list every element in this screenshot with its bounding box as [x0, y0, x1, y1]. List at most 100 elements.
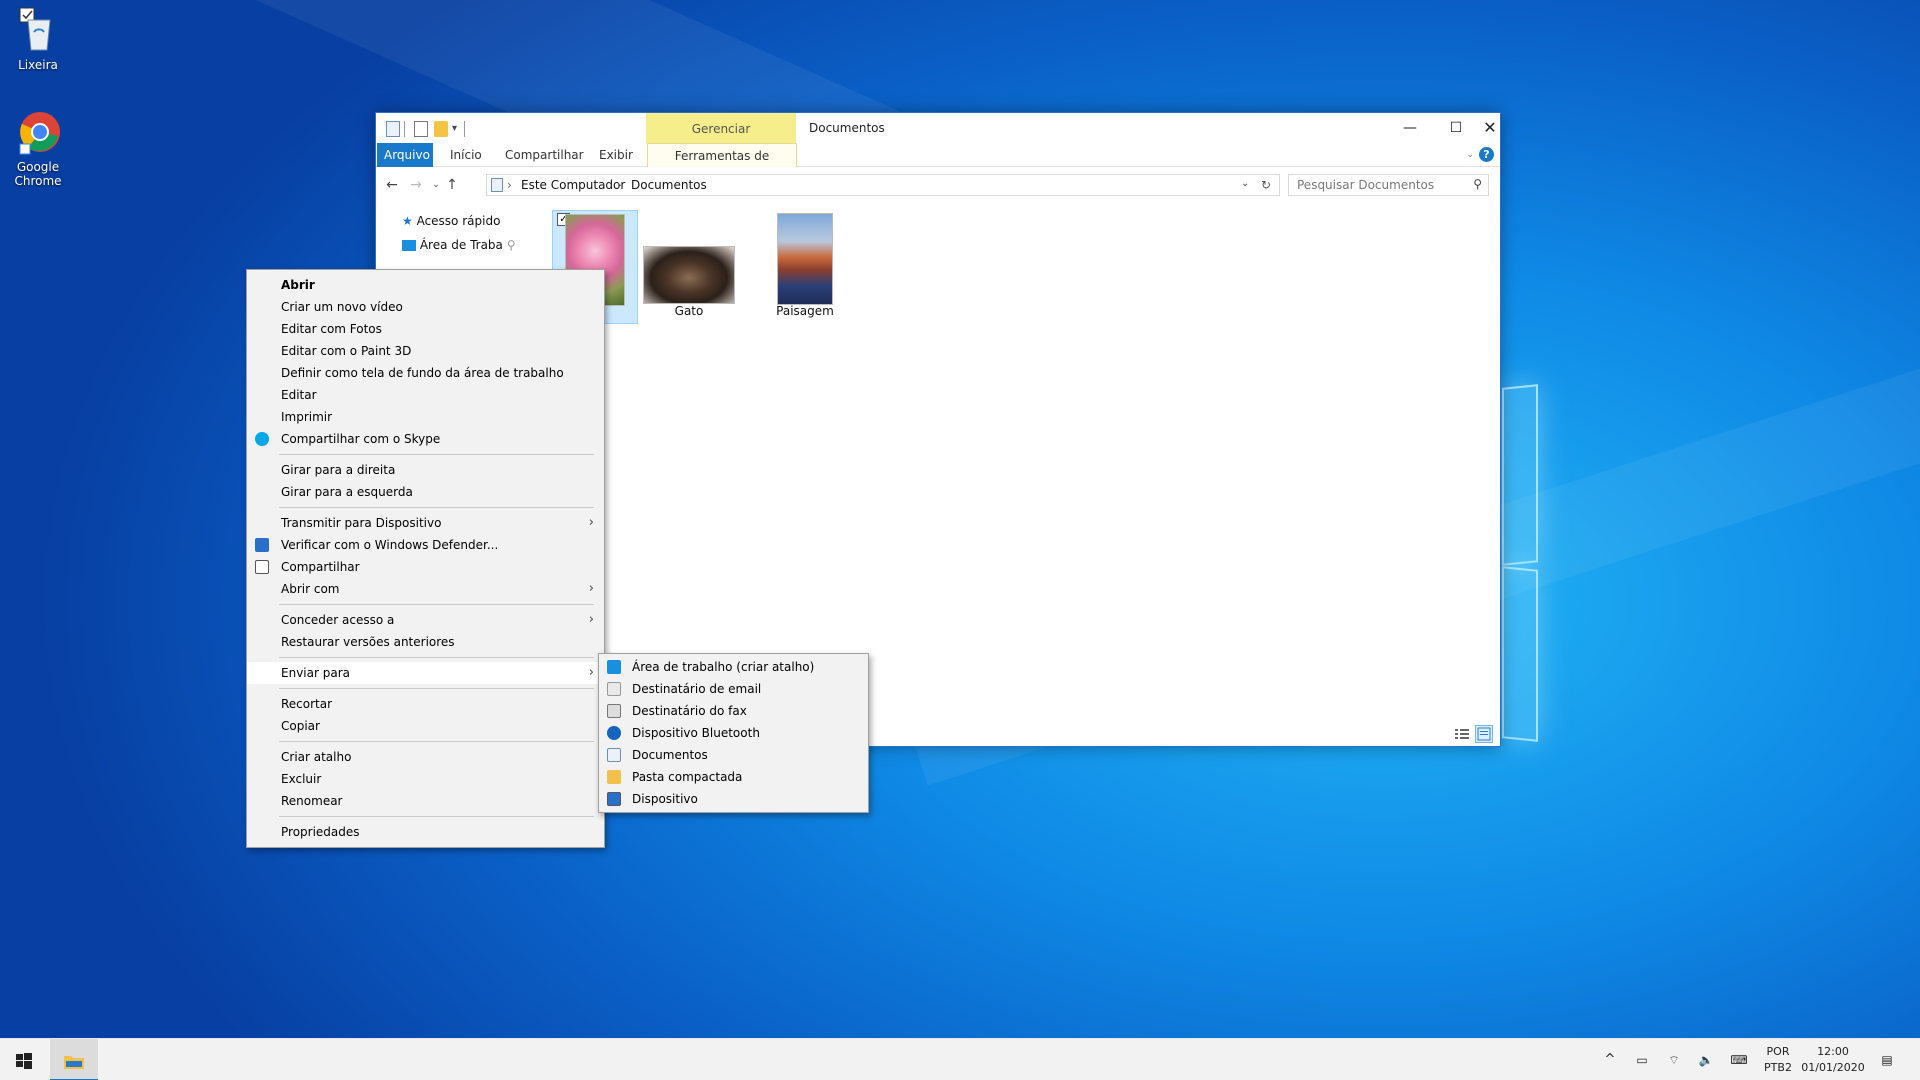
send-to-item-dispositivo-bluetooth[interactable]: Dispositivo Bluetooth — [599, 722, 868, 744]
tab-compartilhar[interactable]: Compartilhar — [498, 143, 591, 167]
desktop-icon — [402, 240, 416, 251]
send-to-item-dispositivo[interactable]: Dispositivo — [599, 788, 868, 810]
menu-item-excluir[interactable]: Excluir — [247, 768, 604, 790]
breadcrumb-separator-icon: › — [507, 178, 512, 192]
start-button[interactable] — [0, 1039, 48, 1080]
checkbox-icon[interactable] — [414, 121, 428, 137]
menu-item-compartilhar[interactable]: Compartilhar — [247, 556, 604, 578]
send-to-item-documentos[interactable]: Documentos — [599, 744, 868, 766]
windows-logo-pane — [1502, 384, 1538, 566]
menu-item-label: Copiar — [281, 719, 320, 733]
share-icon — [255, 560, 269, 574]
chrome-desktop-icon[interactable]: Google Chrome — [0, 108, 76, 188]
chevron-right-icon: › — [588, 581, 594, 596]
search-input[interactable]: Pesquisar Documentos ⚲ — [1288, 174, 1489, 196]
menu-item-enviar-para[interactable]: Enviar para › — [247, 662, 604, 684]
chrome-icon — [14, 108, 62, 156]
qat-divider — [404, 121, 405, 137]
menu-item-label: Restaurar versões anteriores — [281, 635, 455, 649]
menu-item-transmitir-para-dispositivo[interactable]: Transmitir para Dispositivo › — [247, 512, 604, 534]
menu-item-restaurar-versoes-anteriores[interactable]: Restaurar versões anteriores — [247, 631, 604, 653]
send-to-item-pasta-compactada[interactable]: Pasta compactada — [599, 766, 868, 788]
chevron-right-icon: › — [588, 612, 594, 627]
recycle-bin-desktop-icon[interactable]: Lixeira — [0, 6, 76, 72]
file-explorer-taskbar-button[interactable] — [50, 1039, 98, 1080]
skype-icon — [255, 432, 269, 446]
menu-item-abrir[interactable]: Abrir — [247, 274, 604, 296]
help-icon[interactable]: ? — [1479, 147, 1494, 162]
tab-ferramentas-de-imagem[interactable]: Ferramentas de Imagem — [647, 143, 797, 187]
menu-item-label: Compartilhar — [281, 560, 360, 574]
address-bar[interactable]: › Este Computador › Documentos ⌄ ↻ — [486, 174, 1280, 196]
large-icons-view-icon[interactable] — [1475, 725, 1493, 743]
zip-folder-icon — [607, 770, 621, 784]
file-item-gato[interactable]: Gato — [643, 210, 735, 324]
tab-arquivo[interactable]: Arquivo — [377, 143, 433, 167]
menu-item-label: Girar para a direita — [281, 463, 396, 477]
defender-icon — [255, 538, 269, 552]
menu-item-criar-um-novo-video[interactable]: Criar um novo vídeo — [247, 296, 604, 318]
address-row: ← → ⌄ ↑ › Este Computador › Documentos ⌄… — [376, 168, 1500, 202]
menu-item-definir-como-tela-de-fundo-da-area-de-trabalho[interactable]: Definir como tela de fundo da área de tr… — [247, 362, 604, 384]
send-to-item-destinatario-do-fax[interactable]: Destinatário do fax — [599, 700, 868, 722]
close-button[interactable]: ✕ — [1479, 113, 1501, 143]
nav-item-label: Acesso rápido — [416, 214, 501, 228]
volume-icon[interactable]: 🔈 — [1692, 1039, 1720, 1080]
language-code: POR — [1766, 1045, 1790, 1058]
details-view-icon[interactable] — [1453, 725, 1471, 743]
menu-item-recortar[interactable]: Recortar — [247, 693, 604, 715]
menu-item-label: Área de trabalho (criar atalho) — [632, 660, 815, 674]
new-folder-icon[interactable] — [434, 121, 448, 137]
menu-item-label: Imprimir — [281, 410, 333, 424]
menu-item-label: Criar um novo vídeo — [281, 300, 403, 314]
fax-icon — [607, 704, 621, 718]
forward-arrow-icon[interactable]: → — [406, 176, 426, 194]
maximize-button[interactable]: ☐ — [1433, 113, 1479, 143]
menu-item-label: Girar para a esquerda — [281, 485, 413, 499]
keyboard-layout: PTB2 — [1764, 1061, 1792, 1074]
address-dropdown-icon[interactable]: ⌄ — [1241, 178, 1249, 189]
breadcrumb-este-computador[interactable]: Este Computador — [521, 178, 625, 192]
chevron-up-icon[interactable]: ^ — [1598, 1039, 1622, 1080]
back-arrow-icon[interactable]: ← — [382, 176, 402, 194]
menu-item-label: Conceder acesso a — [281, 613, 395, 627]
nav-item-area-de-trabalho[interactable]: Área de Traba ⚲ — [402, 235, 516, 255]
menu-item-girar-para-a-direita[interactable]: Girar para a direita — [247, 459, 604, 481]
menu-item-editar-com-fotos[interactable]: Editar com Fotos — [247, 318, 604, 340]
send-to-item-destinatario-de-email[interactable]: Destinatário de email — [599, 678, 868, 700]
menu-item-criar-atalho[interactable]: Criar atalho — [247, 746, 604, 768]
menu-item-compartilhar-com-o-skype[interactable]: Compartilhar com o Skype — [247, 428, 604, 450]
breadcrumb-documentos[interactable]: Documentos — [631, 178, 707, 192]
keyboard-icon[interactable]: ⌨ — [1724, 1039, 1754, 1080]
menu-item-propriedades[interactable]: Propriedades — [247, 821, 604, 843]
search-placeholder: Pesquisar Documentos — [1297, 178, 1435, 192]
wifi-icon[interactable]: ⌔ — [1660, 1039, 1688, 1080]
up-arrow-icon[interactable]: ↑ — [442, 176, 462, 194]
file-item-paisagem[interactable]: Paisagem — [762, 210, 848, 324]
tab-exibir[interactable]: Exibir — [592, 143, 640, 167]
menu-item-verificar-com-o-windows-defender[interactable]: Verificar com o Windows Defender... — [247, 534, 604, 556]
refresh-icon[interactable]: ↻ — [1261, 178, 1271, 192]
nav-item-acesso-rapido[interactable]: ★ Acesso rápido — [402, 211, 500, 231]
menu-item-label: Propriedades — [281, 825, 360, 839]
menu-item-label: Dispositivo Bluetooth — [632, 726, 760, 740]
network-adapter-icon[interactable]: ▭ — [1628, 1039, 1656, 1080]
menu-item-renomear[interactable]: Renomear — [247, 790, 604, 812]
language-indicator[interactable]: POR PTB2 — [1760, 1039, 1796, 1080]
menu-item-label: Destinatário de email — [632, 682, 762, 696]
send-to-item-area-de-trabalho-criar-atalho[interactable]: Área de trabalho (criar atalho) — [599, 656, 868, 678]
minimize-button[interactable]: — — [1387, 113, 1433, 143]
send-to-submenu: Área de trabalho (criar atalho) Destinatá… — [598, 653, 869, 813]
menu-item-editar[interactable]: Editar — [247, 384, 604, 406]
menu-item-copiar[interactable]: Copiar — [247, 715, 604, 737]
notification-icon[interactable]: ▤ — [1872, 1039, 1902, 1080]
properties-icon[interactable] — [386, 121, 400, 137]
menu-item-abrir-com[interactable]: Abrir com › — [247, 578, 604, 600]
clock[interactable]: 12:00 01/01/2020 — [1800, 1039, 1866, 1080]
tab-inicio[interactable]: Início — [443, 143, 489, 167]
menu-item-label: Transmitir para Dispositivo — [281, 516, 442, 530]
menu-item-imprimir[interactable]: Imprimir — [247, 406, 604, 428]
menu-item-girar-para-a-esquerda[interactable]: Girar para a esquerda — [247, 481, 604, 503]
menu-item-conceder-acesso-a[interactable]: Conceder acesso a › — [247, 609, 604, 631]
menu-item-editar-com-o-paint-3d[interactable]: Editar com o Paint 3D — [247, 340, 604, 362]
